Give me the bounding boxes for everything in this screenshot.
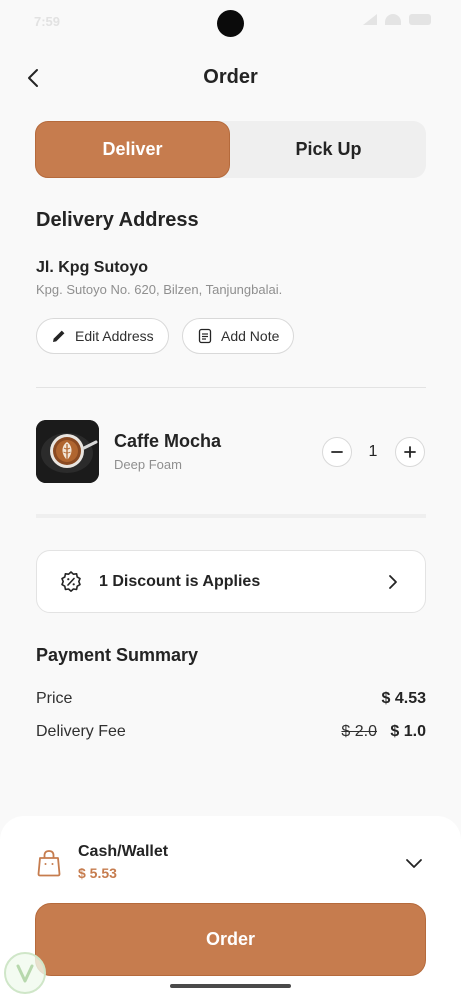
status-time: 7:59 — [34, 14, 61, 29]
delivery-fee-label: Delivery Fee — [36, 723, 126, 740]
product-image — [36, 420, 99, 483]
delivery-fee-value: $ 1.0 — [390, 723, 426, 740]
page-title: Order — [203, 66, 258, 88]
watermark-logo — [4, 952, 46, 994]
signal-icon — [363, 14, 377, 25]
discount-label: 1 Discount is Applies — [99, 573, 261, 590]
price-row: Price $ 4.53 — [36, 690, 426, 712]
add-note-label: Add Note — [221, 328, 280, 344]
delivery-fee-original: $ 2.0 — [341, 723, 377, 740]
wallet-bag-icon — [37, 850, 61, 877]
product-variant: Deep Foam — [114, 457, 182, 472]
order-button[interactable]: Order — [35, 903, 426, 976]
increase-quantity-button[interactable] — [395, 437, 425, 467]
divider — [36, 387, 426, 388]
product-name: Caffe Mocha — [114, 431, 222, 451]
status-icons — [363, 14, 431, 25]
wifi-icon — [385, 14, 401, 25]
delivery-fee-row: Delivery Fee $ 2.0 $ 1.0 — [36, 723, 426, 745]
add-note-button[interactable]: Add Note — [182, 318, 295, 354]
discount-badge-icon — [61, 571, 81, 592]
address-detail: Kpg. Sutoyo No. 620, Bilzen, Tanjungbala… — [36, 282, 283, 297]
minus-icon — [331, 451, 343, 453]
delivery-address-title: Delivery Address — [36, 209, 199, 231]
tab-pick-up[interactable]: Pick Up — [231, 121, 426, 178]
payment-method-label: Cash/Wallet — [78, 843, 169, 860]
tab-deliver[interactable]: Deliver — [35, 121, 230, 178]
home-indicator — [170, 984, 291, 988]
quantity-value: 1 — [368, 443, 378, 460]
payment-summary-title: Payment Summary — [36, 645, 199, 665]
delivery-mode-tabs: Deliver Pick Up — [35, 121, 426, 178]
checkout-sheet: Cash/Wallet $ 5.53 Order — [0, 816, 461, 1000]
decrease-quantity-button[interactable] — [322, 437, 352, 467]
leaf-icon — [16, 964, 34, 983]
edit-address-button[interactable]: Edit Address — [36, 318, 169, 354]
pencil-icon — [53, 330, 65, 342]
header: Order — [0, 58, 461, 98]
camera-cutout — [217, 10, 244, 37]
price-label: Price — [36, 690, 73, 707]
chevron-right-icon — [389, 575, 397, 589]
status-bar: 7:59 — [0, 0, 461, 44]
plus-icon — [404, 446, 416, 458]
coffee-cup-image — [36, 420, 99, 483]
chevron-down-icon[interactable] — [403, 852, 425, 874]
note-icon — [198, 328, 212, 344]
address-street: Jl. Kpg Sutoyo — [36, 259, 148, 276]
discount-button[interactable]: 1 Discount is Applies — [36, 550, 426, 613]
section-divider — [36, 514, 426, 518]
price-value: $ 4.53 — [381, 690, 426, 707]
battery-icon — [409, 14, 431, 25]
edit-address-label: Edit Address — [75, 328, 154, 344]
payment-amount: $ 5.53 — [78, 865, 117, 881]
